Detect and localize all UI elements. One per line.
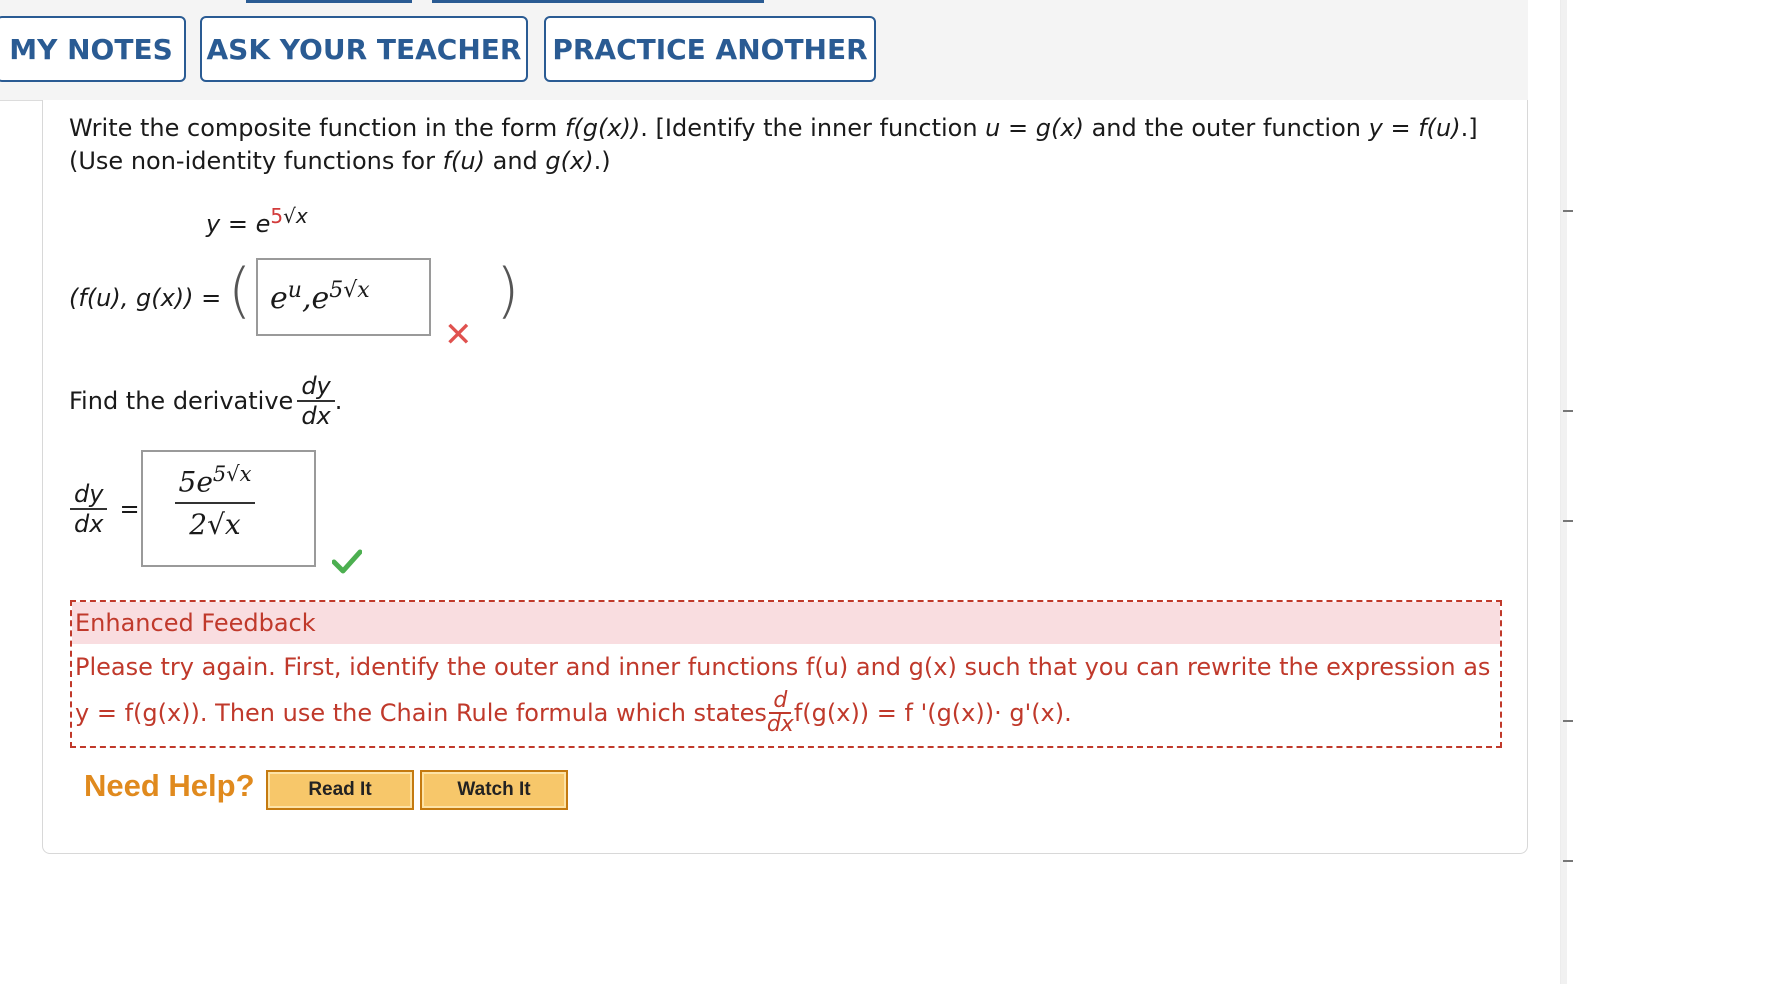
derivative-lhs: dy dx = <box>70 480 140 538</box>
incorrect-icon: ✕ <box>444 315 473 355</box>
ask-teacher-button[interactable]: ASK YOUR TEACHER <box>200 16 528 82</box>
sidebar-tick <box>1563 410 1573 412</box>
need-help-label: Need Help? <box>84 768 255 803</box>
sidebar-edge <box>1561 0 1567 984</box>
my-notes-button[interactable]: MY NOTES <box>0 16 186 82</box>
tab-stub <box>246 0 412 3</box>
derivative-answer-input[interactable]: 5e5√x 2√x <box>141 450 316 567</box>
tab-stub <box>432 0 764 3</box>
open-paren: ( <box>228 256 252 326</box>
sidebar-tick <box>1563 720 1573 722</box>
right-sidebar <box>1560 0 1786 984</box>
feedback-body: Please try again. First, identify the ou… <box>72 644 1500 736</box>
derivative-prompt: Find the derivative dy dx . <box>69 372 343 430</box>
composite-answer-value: eu,e5√x <box>270 278 370 316</box>
composite-answer-input[interactable]: eu,e5√x <box>256 258 431 336</box>
derivative-answer-value: 5e5√x 2√x <box>165 462 265 541</box>
feedback-line-2: y = f(g(x)). Then use the Chain Rule for… <box>75 688 1072 737</box>
pair-label: (f(u), g(x)) = <box>69 284 222 312</box>
sidebar-tick <box>1563 860 1573 862</box>
question-text: Write the composite function in the form… <box>69 114 1478 175</box>
close-paren: ) <box>496 256 520 326</box>
enhanced-feedback: Enhanced Feedback Please try again. Firs… <box>70 600 1502 748</box>
sidebar-tick <box>1563 520 1573 522</box>
watch-it-button[interactable]: Watch It <box>420 770 568 810</box>
feedback-line-1: Please try again. First, identify the ou… <box>75 653 1491 681</box>
practice-another-button[interactable]: PRACTICE ANOTHER <box>544 16 876 82</box>
sidebar-tick <box>1563 210 1573 212</box>
toolbar: MY NOTES ASK YOUR TEACHER PRACTICE ANOTH… <box>0 0 1528 101</box>
read-it-button[interactable]: Read It <box>266 770 414 810</box>
correct-icon <box>331 548 363 578</box>
feedback-title: Enhanced Feedback <box>72 602 1500 644</box>
given-equation: y = e5√x <box>206 204 308 238</box>
